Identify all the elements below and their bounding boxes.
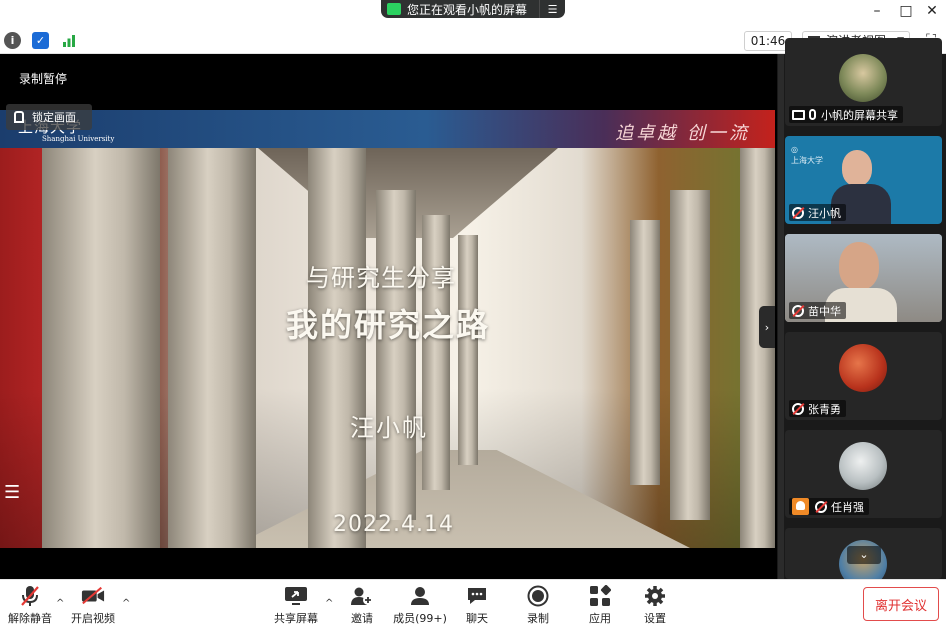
microphone-icon	[809, 109, 816, 120]
pillar	[740, 148, 775, 548]
settings-button[interactable]: 设置	[625, 584, 685, 626]
pillar	[42, 148, 160, 548]
chat-icon	[465, 584, 489, 607]
start-video-button[interactable]: 开启视频	[63, 584, 123, 626]
slide-speaker: 汪小帆	[350, 414, 428, 442]
mic-muted-icon	[18, 584, 42, 607]
members-icon	[408, 584, 432, 607]
participant-tile[interactable]: 苗中华	[785, 234, 942, 322]
mic-muted-icon	[815, 500, 827, 513]
pillar	[630, 220, 660, 485]
unmute-button[interactable]: 解除静音	[0, 584, 60, 626]
share-screen-icon	[284, 584, 308, 607]
camera-off-icon	[81, 584, 105, 607]
share-menu-icon[interactable]: ☰	[539, 0, 565, 18]
slide-date: 2022.4.14	[333, 512, 454, 537]
minimize-button[interactable]: –	[867, 3, 887, 19]
record-button[interactable]: 录制	[508, 584, 568, 626]
pillar	[376, 190, 416, 520]
user-badge-icon	[792, 498, 809, 515]
avatar	[839, 344, 887, 392]
screen-share-banner[interactable]: 您正在观看小帆的屏幕 ☰	[381, 0, 565, 18]
gear-icon	[643, 584, 667, 607]
participant-tile[interactable]: 任肖强	[785, 430, 942, 518]
participant-name-bar: 小帆的屏幕共享	[789, 106, 903, 123]
panel-scrollbar[interactable]	[778, 54, 784, 579]
share-indicator-icon	[387, 3, 401, 15]
leave-meeting-button[interactable]: 离开会议	[863, 587, 939, 621]
chevron-down-icon[interactable]: ⌄	[847, 546, 881, 564]
video-options-caret[interactable]: ^	[122, 598, 130, 609]
pillar	[168, 148, 256, 548]
person-face	[839, 242, 879, 290]
avatar	[839, 442, 887, 490]
participant-name-bar: 张青勇	[789, 400, 846, 417]
signal-icon[interactable]	[60, 32, 77, 49]
meeting-toolbar: 解除静音 ^ 开启视频 ^ 共享屏幕 ^ 邀请 成员(99+) 聊天 录制 应用…	[0, 579, 946, 626]
info-icon[interactable]: i	[4, 32, 21, 49]
record-icon	[526, 584, 550, 607]
shared-screen-area: 录制暂停 上海大学 Shanghai University 追卓越 创一流 与研…	[0, 54, 777, 579]
pillar	[422, 215, 450, 490]
apps-button[interactable]: 应用	[570, 584, 630, 626]
participant-tile[interactable]: 小帆的屏幕共享	[785, 38, 942, 126]
collapse-panel-button[interactable]: ›	[759, 306, 775, 348]
invite-button[interactable]: 邀请	[332, 584, 392, 626]
close-button[interactable]: ✕	[922, 3, 942, 19]
pillar	[670, 190, 710, 520]
participant-name-bar: 苗中华	[789, 302, 846, 319]
members-button[interactable]: 成员(99+)	[390, 584, 450, 626]
recording-status: 录制暂停	[19, 72, 68, 86]
presentation-slide: 上海大学 Shanghai University 追卓越 创一流 与研究生分享 …	[0, 110, 775, 548]
list-icon[interactable]: ☰	[4, 482, 20, 503]
chat-button[interactable]: 聊天	[447, 584, 507, 626]
share-screen-button[interactable]: 共享屏幕	[266, 584, 326, 626]
shield-icon[interactable]: ✓	[32, 32, 49, 49]
background-logo: ◎ 上海大学	[791, 145, 823, 165]
mic-muted-icon	[792, 304, 804, 317]
participant-tile[interactable]: 张青勇	[785, 332, 942, 420]
participant-tile[interactable]: ⌄	[785, 528, 942, 579]
lock-screen-label: 锁定画面	[32, 111, 76, 124]
maximize-button[interactable]: □	[896, 3, 916, 19]
mic-muted-icon	[792, 402, 804, 415]
slide-title: 我的研究之路	[286, 306, 491, 344]
slide-header-band: 上海大学 Shanghai University 追卓越 创一流	[0, 110, 775, 148]
participant-name-bar: 任肖强	[789, 498, 869, 515]
participant-name-bar: 汪小帆	[789, 204, 846, 221]
add-user-icon	[350, 584, 374, 607]
slide-subtitle: 与研究生分享	[306, 264, 456, 292]
apps-icon	[588, 584, 612, 607]
screen-share-icon	[792, 109, 805, 120]
mic-muted-icon	[792, 206, 804, 219]
share-banner-text: 您正在观看小帆的屏幕	[407, 2, 528, 17]
lock-screen-button[interactable]: 锁定画面	[6, 104, 92, 130]
avatar	[839, 54, 887, 102]
pillar	[458, 235, 478, 465]
participant-tile[interactable]: ◎ 上海大学 汪小帆	[785, 136, 942, 224]
pillar	[308, 148, 366, 548]
person-face	[842, 150, 872, 186]
pin-icon	[14, 111, 24, 123]
window-titlebar: 您正在观看小帆的屏幕 ☰ – □ ✕	[0, 0, 946, 28]
slide-motto: 追卓越 创一流	[615, 123, 750, 144]
